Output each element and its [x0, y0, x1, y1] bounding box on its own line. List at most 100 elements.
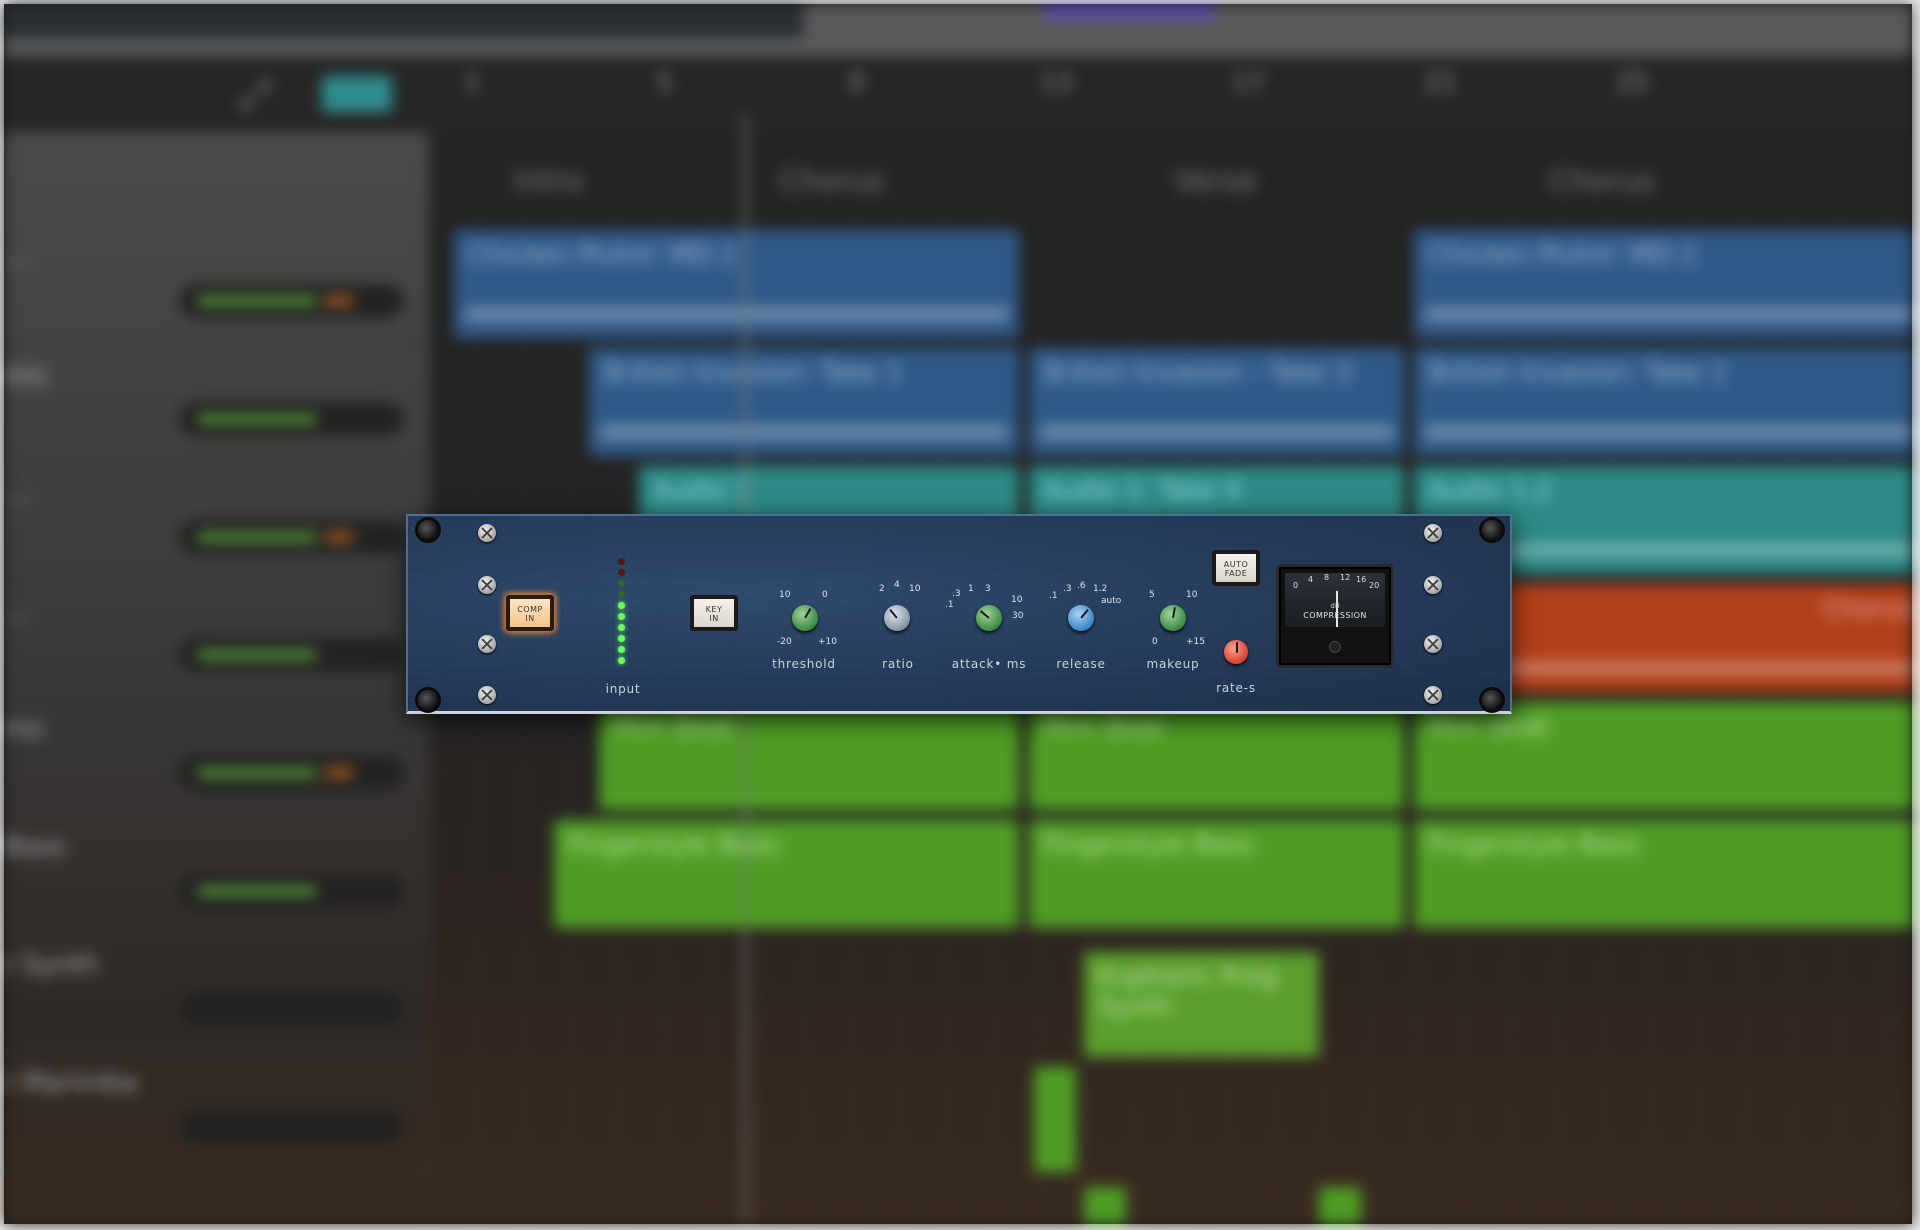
release-label: release	[1056, 657, 1106, 671]
track-header[interactable]: ...	[4, 578, 429, 698]
compression-meter: 0 4 8 12 16 20 dB COMPRESSION	[1276, 564, 1394, 668]
input-label: input	[605, 682, 641, 696]
comp-in-button[interactable]: COMP IN	[506, 595, 554, 631]
meter-mark: 20	[1369, 581, 1380, 590]
rate-knob[interactable]	[1224, 640, 1248, 664]
track-name: ...	[4, 242, 29, 272]
region[interactable]: Mini Beat	[1029, 702, 1404, 810]
region-name: British Invasion - Take 3	[1043, 358, 1352, 388]
compressor-plugin: COMP IN input KEY IN 10 0 -20 +10 thresh…	[406, 514, 1512, 714]
region-name: British Invasion: Take 1	[1428, 358, 1728, 388]
daw-toolbar	[4, 4, 1912, 56]
attack-label: attack• ms	[951, 657, 1027, 671]
ratio-label: ratio	[882, 657, 914, 671]
transport-strip	[4, 4, 804, 38]
region[interactable]: Fingerstyle Bass	[554, 820, 1019, 928]
volume-fader[interactable]	[179, 638, 404, 672]
bar-number: 17	[1232, 68, 1266, 98]
ratio-scale: 10	[909, 584, 921, 594]
meter-mark: 4	[1308, 575, 1314, 584]
screw-icon	[1424, 576, 1442, 594]
makeup-knob[interactable]	[1160, 605, 1186, 631]
rate-label: rate-s	[1216, 681, 1256, 695]
region[interactable]: Mini Beat	[599, 702, 1019, 810]
region[interactable]: Chicken Pickin' MD.1	[1414, 230, 1912, 338]
makeup-scale: 0	[1152, 637, 1158, 647]
region-name: Chicken Pickin' MD.1	[468, 240, 738, 270]
track-header[interactable]: ms	[4, 696, 429, 816]
catch-toggle[interactable]	[322, 76, 392, 112]
volume-fader[interactable]	[179, 1110, 404, 1144]
region[interactable]: British Invasion: Take 1	[589, 348, 1019, 456]
volume-fader[interactable]	[179, 992, 404, 1026]
meter-mark: 16	[1356, 575, 1367, 584]
volume-fader[interactable]	[179, 402, 404, 436]
auto-fade-button[interactable]: AUTO FADE	[1212, 550, 1260, 586]
track-name: ms	[4, 714, 43, 744]
rack-bolt-icon	[1482, 690, 1502, 710]
mode-pill[interactable]	[1044, 4, 1214, 20]
bar-number: 9	[848, 68, 865, 98]
region-name: Fingerstyle Bass	[568, 830, 780, 860]
volume-fader[interactable]	[179, 874, 404, 908]
comp-in-label: IN	[525, 614, 535, 623]
track-header[interactable]: ...	[4, 224, 429, 344]
region-name: Audio 1: Take 4	[1043, 476, 1242, 506]
region[interactable]: Fingerstyle Bass	[1029, 820, 1404, 928]
region[interactable]	[1084, 1187, 1126, 1224]
ratio-scale: 4	[894, 580, 900, 590]
volume-fader[interactable]	[179, 520, 404, 554]
release-scale: .3	[1063, 584, 1072, 594]
track-header[interactable]: r Marimba	[4, 1050, 429, 1170]
section-marker[interactable]: Verse	[1174, 164, 1257, 199]
meter-zero-screw-icon[interactable]	[1329, 641, 1341, 653]
bar-number: 5	[656, 68, 673, 98]
region[interactable]: Chicken Pickin' MD.1	[454, 230, 1019, 338]
region[interactable]: British Invasion: Take 1	[1414, 348, 1912, 456]
screw-icon	[478, 576, 496, 594]
section-marker[interactable]: Intro	[514, 164, 584, 199]
threshold-scale: 0	[822, 590, 828, 600]
arrangement-markers[interactable]: Intro Chorus Verse Chorus	[429, 132, 1912, 222]
volume-fader[interactable]	[179, 756, 404, 790]
ratio-knob[interactable]	[884, 605, 910, 631]
track-header[interactable]: Bass	[4, 814, 429, 934]
release-knob[interactable]	[1068, 605, 1094, 631]
region-name: Chorus	[1822, 594, 1912, 624]
makeup-scale: 5	[1149, 590, 1155, 600]
attack-knob[interactable]	[976, 605, 1002, 631]
attack-scale: .3	[952, 589, 961, 599]
screw-icon	[478, 524, 496, 542]
region-name: Euphoric Prog Synth	[1098, 962, 1279, 1022]
region[interactable]: Mini Beat	[1414, 702, 1912, 810]
comp-in-label: COMP	[517, 605, 543, 614]
volume-fader[interactable]	[179, 284, 404, 318]
track-lanes[interactable]: Chicken Pickin' MD.1 Chicken Pickin' MD.…	[429, 222, 1912, 1224]
screw-icon	[1424, 686, 1442, 704]
region[interactable]	[1034, 1067, 1076, 1172]
expand-icon[interactable]: ⤢	[239, 72, 271, 118]
screw-icon	[478, 635, 496, 653]
region-name: Audio 1	[653, 476, 752, 506]
meter-unit: dB	[1330, 602, 1340, 610]
section-marker[interactable]: Chorus	[1549, 164, 1654, 199]
timeline-ruler[interactable]: ⤢ 1 5 9 13 17 21 25	[4, 56, 1912, 132]
track-header[interactable]: ess	[4, 342, 429, 462]
region[interactable]: Euphoric Prog Synth	[1084, 952, 1319, 1057]
screw-icon	[478, 686, 496, 704]
key-in-button[interactable]: KEY IN	[690, 595, 738, 631]
attack-scale: 1	[968, 584, 974, 594]
section-marker[interactable]: Chorus	[779, 164, 884, 199]
track-header[interactable]: ...	[4, 460, 429, 580]
region[interactable]: British Invasion - Take 3	[1029, 348, 1404, 456]
region[interactable]: Fingerstyle Bass	[1414, 820, 1912, 928]
region-name: Audio 1.2	[1428, 476, 1552, 506]
track-header[interactable]: r Synth	[4, 932, 429, 1052]
attack-scale: 30	[1012, 611, 1024, 621]
region-name: Chicken Pickin' MD.1	[1428, 240, 1698, 270]
region-name: British Invasion: Take 1	[603, 358, 903, 388]
region[interactable]	[1319, 1187, 1361, 1224]
threshold-knob[interactable]	[792, 605, 818, 631]
release-scale: .6	[1077, 581, 1086, 591]
track-name: ess	[4, 360, 48, 390]
